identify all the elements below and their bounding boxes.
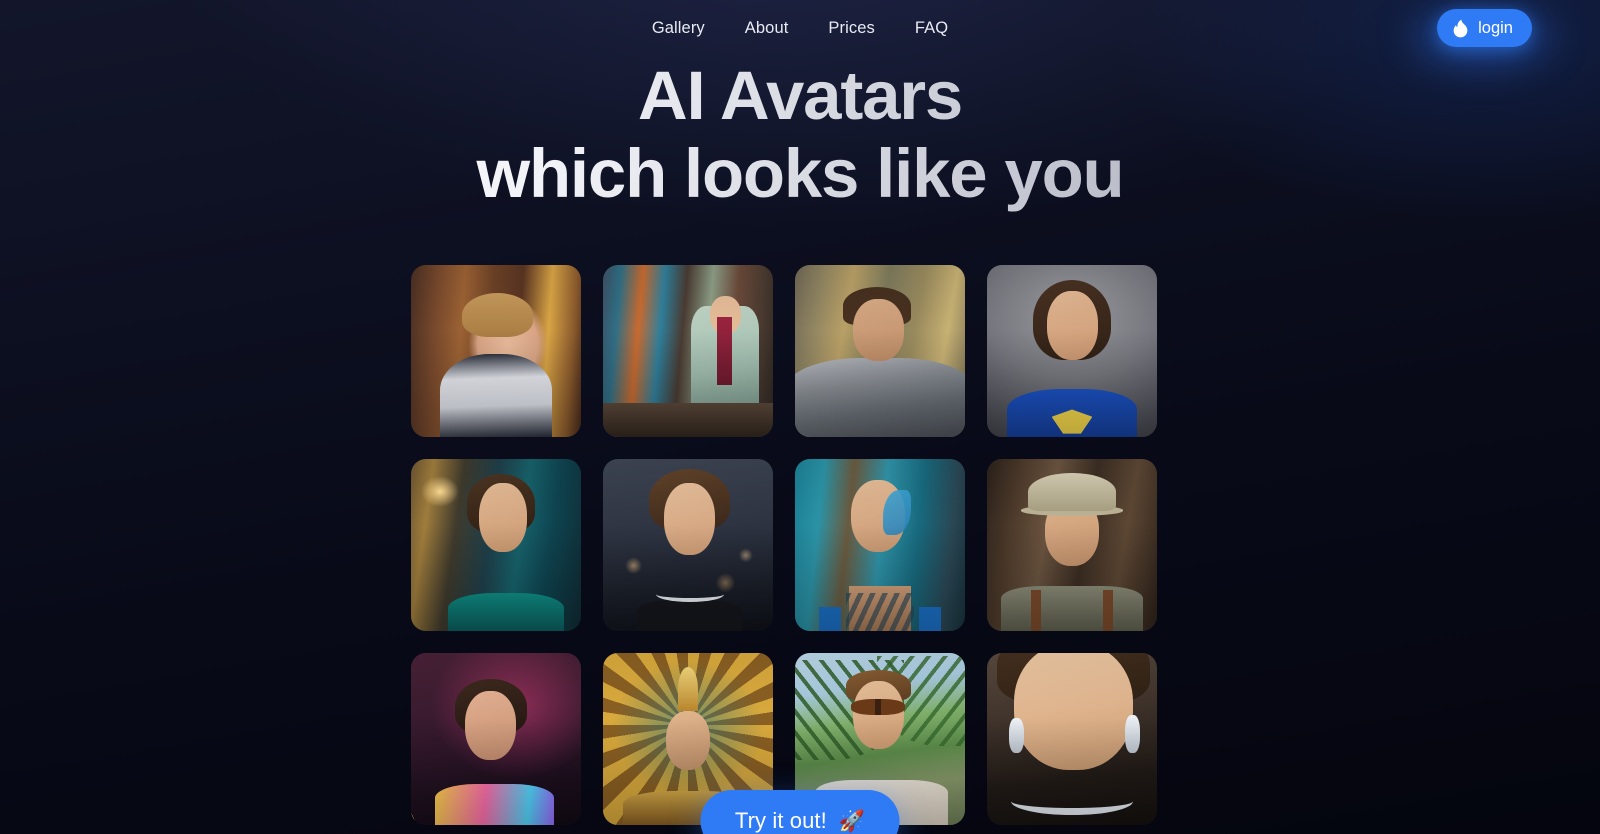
avatar-tile[interactable] [795,265,965,437]
tile-overlay [987,459,1157,631]
tile-overlay [795,459,965,631]
cta-area: Try it out! 🚀 [700,790,900,834]
cta-label: Try it out! [734,808,827,833]
tile-overlay [603,265,773,437]
flame-icon [1452,19,1469,38]
login-label: login [1478,18,1513,37]
login-button[interactable]: login [1437,9,1532,47]
landing-page: Gallery About Prices FAQ login AI Avatar… [0,0,1600,834]
main-nav: Gallery About Prices FAQ [632,13,968,44]
avatar-tile[interactable] [987,459,1157,631]
avatar-tile[interactable] [411,653,581,825]
try-it-out-button[interactable]: Try it out! 🚀 [700,790,900,834]
tile-overlay [987,265,1157,437]
avatar-tile[interactable] [795,459,965,631]
avatar-tile[interactable] [603,459,773,631]
tile-overlay [603,459,773,631]
nav-item-prices[interactable]: Prices [808,13,894,44]
page-title: AI Avatars which looks like you [0,57,1600,213]
rocket-icon: 🚀 [838,809,866,833]
avatar-tile[interactable] [603,265,773,437]
avatar-tile[interactable] [411,265,581,437]
nav-item-faq[interactable]: FAQ [895,13,968,44]
avatar-tile[interactable] [987,265,1157,437]
headline-line-1: AI Avatars [0,57,1600,135]
avatar-tile[interactable] [411,459,581,631]
tile-overlay [411,653,581,825]
headline-line-2: which looks like you [0,135,1600,213]
avatar-gallery-grid [411,265,1157,825]
tile-overlay [987,653,1157,825]
tile-overlay [795,265,965,437]
nav-item-gallery[interactable]: Gallery [632,13,725,44]
tile-overlay [411,459,581,631]
tile-overlay [411,265,581,437]
login-area: login [1415,9,1550,61]
nav-item-about[interactable]: About [725,13,809,44]
avatar-tile[interactable] [987,653,1157,825]
top-navigation-bar: Gallery About Prices FAQ [0,0,1600,57]
